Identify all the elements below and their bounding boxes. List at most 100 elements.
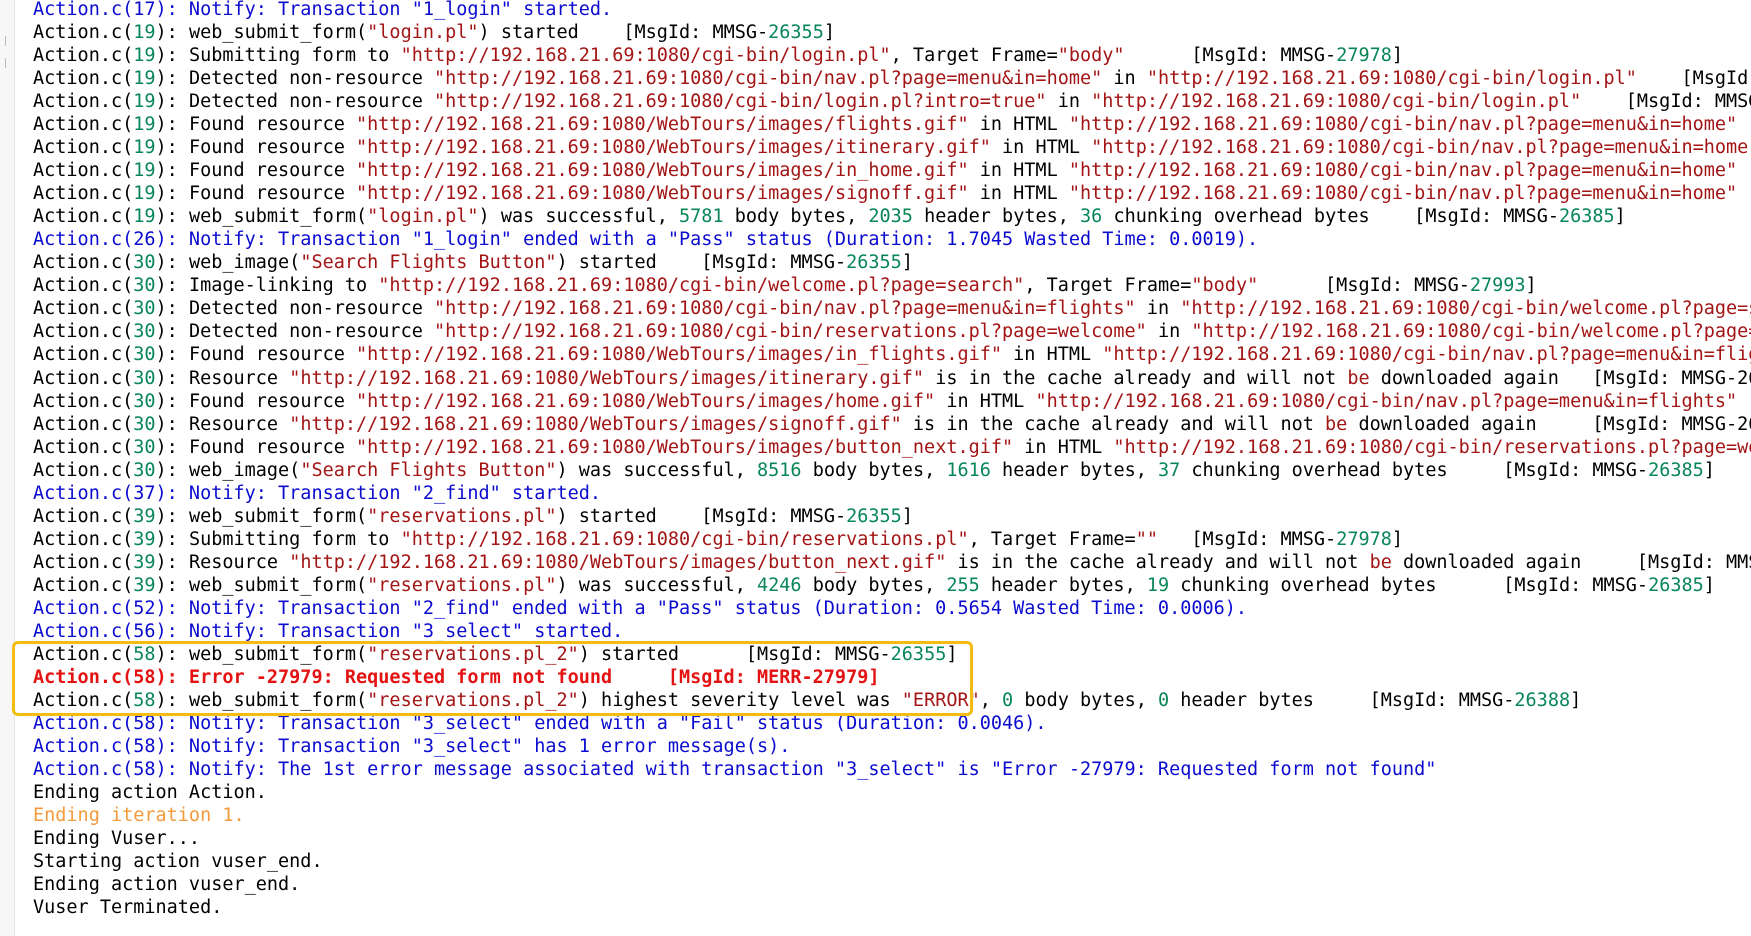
log-segment: [MsgId: MMSG- (1157, 528, 1337, 550)
log-segment: ): web_submit_form( (155, 689, 368, 711)
log-segment: 26355 (846, 252, 902, 274)
log-segment: Action.c( (33, 390, 134, 412)
log-segment: ) started [MsgId: MMSG- (478, 22, 769, 44)
log-line: Ending iteration 1. (33, 804, 1751, 827)
log-line: Action.c(19): Found resource "http://192… (33, 159, 1751, 182)
log-segment: 2035 (868, 206, 913, 228)
log-line: Action.c(30): Detected non-resource "htt… (33, 297, 1751, 320)
log-line-notify: Action.c(26): Notify: Transaction "1_log… (33, 228, 1751, 251)
log-segment: Action.c( (33, 643, 134, 665)
log-segment: "http://192.168.21.69:1080/WebTours/imag… (356, 390, 936, 412)
log-segment: 27993 (1469, 275, 1526, 297)
log-segment: Starting action vuser_end. (33, 851, 323, 873)
log-segment: "Search Flights Button" (300, 459, 557, 481)
log-segment: "login.pl" (367, 22, 479, 44)
log-segment: ] (1391, 45, 1404, 67)
log-segment: "http://192.168.21.69:1080/cgi-bin/reser… (1113, 436, 1751, 458)
log-segment: Action.c( (33, 574, 134, 596)
log-segment: ] (1525, 275, 1537, 297)
log-segment: Action.c( (33, 689, 134, 711)
log-line-notify: Action.c(56): Notify: Transaction "3_sel… (33, 620, 1751, 643)
log-segment: ) highest severity level was (578, 689, 902, 711)
log-segment: header bytes, (990, 459, 1158, 481)
log-segment: 30 (133, 390, 156, 412)
log-segment: downloaded again [MsgId: MMSG (1391, 551, 1751, 573)
log-segment: Action.c( (33, 183, 134, 205)
log-segment: in (1046, 91, 1092, 113)
log-segment: downloaded again [MsgId: MMSG-266 (1347, 413, 1751, 435)
log-segment: Action.c( (33, 298, 134, 320)
log-segment: in HTML (935, 390, 1036, 412)
log-segment: , Target Frame= (1024, 275, 1192, 297)
log-segment: is in the cache already and will not (946, 551, 1370, 573)
log-line: Action.c(30): web_image("Search Flights … (33, 459, 1751, 482)
log-segment: Action.c( (33, 252, 134, 274)
log-segment: be (1325, 413, 1348, 435)
log-segment: "http://192.168.21.69:1080/cgi-bin/login… (1146, 68, 1637, 90)
log-segment: "reservations.pl" (367, 574, 557, 596)
log-segment: header bytes, (912, 206, 1081, 228)
log-line: Action.c(19): Found resource "http://192… (33, 182, 1751, 205)
log-segment: ): web_image( (155, 252, 301, 274)
log-segment: ): Resource (155, 551, 290, 573)
log-segment: ) was successful, (556, 459, 757, 481)
log-segment: ): Detected non-resource (155, 68, 434, 90)
log-segment: 19 (133, 114, 156, 136)
log-segment: ): Found resource (155, 436, 357, 458)
log-line: Action.c(39): web_submit_form("reservati… (33, 505, 1751, 528)
log-segment: Ending Vuser... (33, 828, 201, 850)
log-line: Action.c(30): Found resource "http://192… (33, 436, 1751, 459)
log-segment: 27978 (1336, 45, 1392, 67)
log-segment: 19 (133, 22, 156, 44)
log-line-notify: Action.c(17): Notify: Transaction "1_log… (33, 0, 1751, 21)
log-segment: 4246 (757, 574, 802, 596)
log-segment: "reservations.pl" (367, 505, 557, 527)
log-segment: "http://192.168.21.69:1080/WebTours/imag… (289, 551, 947, 573)
log-line: Action.c(39): Submitting form to "http:/… (33, 528, 1751, 551)
log-segment: "http://192.168.21.69:1080/cgi-bin/nav.p… (433, 298, 1136, 320)
log-line: Action.c(30): Found resource "http://192… (33, 343, 1751, 366)
log-segment: Action.c( (33, 436, 134, 458)
log-segment: Action.c( (33, 367, 134, 389)
log-segment: "http://192.168.21.69:1080/cgi-bin/nav.p… (1102, 344, 1751, 366)
log-segment: "Search Flights Button" (300, 252, 557, 274)
log-segment: downloaded again [MsgId: MMSG-266 (1369, 367, 1751, 389)
log-segment: is in the cache already and will not (924, 367, 1348, 389)
log-segment: Action.c( (33, 459, 134, 481)
replay-log[interactable]: Action.c(17): Notify: Transaction "1_log… (33, 0, 1751, 936)
log-segment: in HTML (968, 183, 1069, 205)
log-segment: Action.c( (33, 160, 134, 182)
log-segment: 36 (1080, 206, 1103, 228)
log-segment: Action.c( (33, 45, 134, 67)
log-line: Action.c(39): web_submit_form("reservati… (33, 574, 1751, 597)
log-segment: 19 (133, 206, 156, 228)
log-segment: Action.c( (33, 206, 134, 228)
log-segment: "http://192.168.21.69:1080/cgi-bin/nav.p… (433, 68, 1103, 90)
log-segment: ) started [MsgId: MMSG- (578, 643, 891, 665)
log-segment: Ending action Action. (33, 782, 267, 804)
log-segment: chunking overhead bytes [MsgId: MMSG- (1102, 206, 1559, 228)
log-segment: ] (823, 22, 835, 44)
log-segment: "" (1135, 528, 1158, 550)
log-segment: , Target Frame= (890, 45, 1058, 67)
log-segment: ] (1570, 689, 1582, 711)
log-segment: ): Submitting form to (155, 528, 401, 550)
log-segment: ): Found resource (155, 390, 357, 412)
log-segment: 30 (133, 344, 156, 366)
log-segment: body bytes, (801, 459, 947, 481)
log-segment: "http://192.168.21.69:1080/cgi-bin/nav.p… (1068, 114, 1738, 136)
log-segment: Action.c(17): Notify: Transaction "1_log… (33, 0, 613, 20)
log-segment: ): web_submit_form( (155, 505, 368, 527)
log-line: Action.c(39): Resource "http://192.168.2… (33, 551, 1751, 574)
log-segment: "login.pl" (367, 206, 479, 228)
log-segment: ] (946, 643, 958, 665)
log-line: Ending Vuser... (33, 827, 1751, 850)
log-segment: "http://192.168.21.69:1080/WebTours/imag… (356, 183, 969, 205)
log-segment: in (1146, 321, 1192, 343)
log-segment: is in the cache already and will not (901, 413, 1326, 435)
log-segment: ): web_submit_form( (155, 643, 368, 665)
log-segment: be (1369, 551, 1392, 573)
log-segment: 39 (133, 551, 156, 573)
log-segment: in HTML (968, 114, 1069, 136)
log-segment: Action.c( (33, 91, 134, 113)
